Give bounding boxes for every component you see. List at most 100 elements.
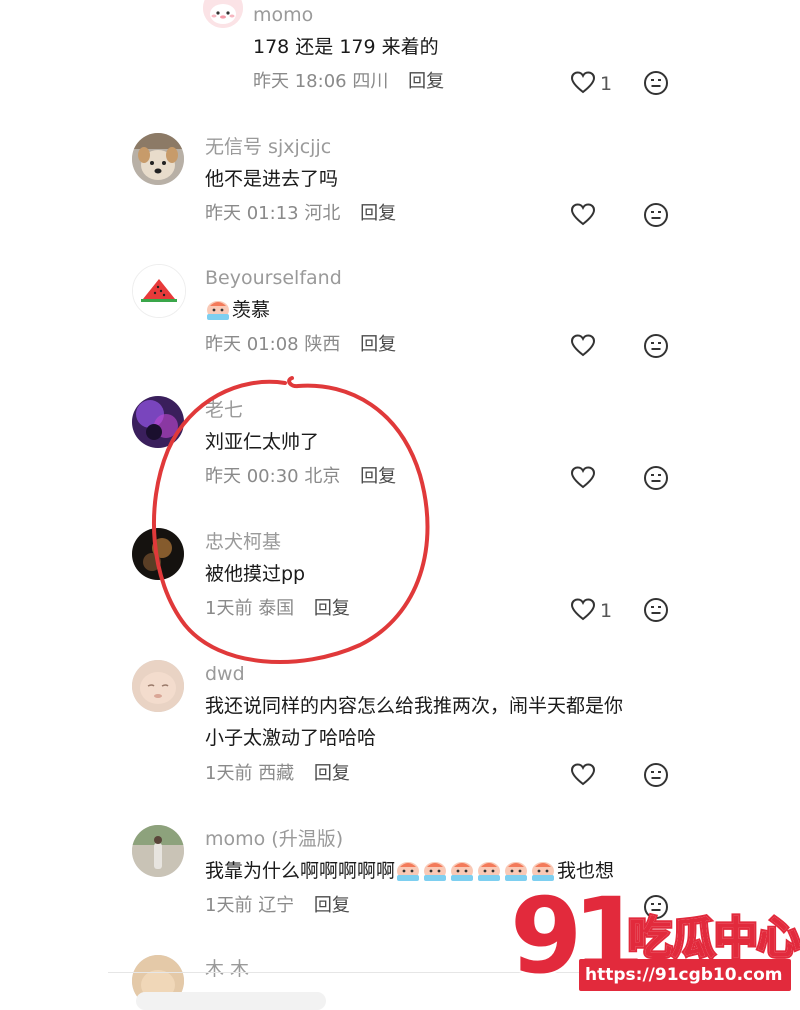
comment-line: 他不是进去了吗 — [205, 168, 339, 190]
comment-text: 刘亚仁太帅了 — [205, 426, 319, 458]
reply-button[interactable]: 回复 — [360, 466, 396, 487]
heart-icon — [570, 71, 596, 94]
comment-line: 小子太激动了哈哈哈 — [205, 727, 377, 749]
reply-button[interactable]: 回复 — [360, 334, 396, 355]
comment-meta: 昨天 18:06 四川 回复 — [253, 73, 444, 91]
like-count: 1 — [600, 73, 613, 95]
reply-button[interactable]: 回复 — [314, 895, 350, 916]
person-photo-avatar-icon — [132, 825, 184, 877]
neutral-face-icon — [644, 71, 668, 95]
like-count: 1 — [600, 600, 613, 622]
user-avatar[interactable] — [132, 528, 184, 580]
comment-line: 刘亚仁太帅了 — [205, 431, 320, 453]
comment-meta: 1天前 辽宁 回复 — [205, 897, 350, 915]
comment-time: 昨天 18:06 — [253, 71, 347, 92]
comment-meta: 昨天 01:08 陕西 回复 — [205, 336, 396, 354]
comment-line: 178 还是 179 来着的 — [253, 36, 439, 58]
watermark-text: 吃瓜中心 — [628, 913, 800, 964]
comment-location: 西藏 — [258, 763, 295, 784]
react-button[interactable] — [643, 202, 669, 228]
comment-location: 北京 — [304, 466, 341, 487]
username[interactable]: 老七 — [205, 401, 243, 420]
react-button[interactable] — [643, 465, 669, 491]
comment-time: 昨天 00:30 — [205, 466, 299, 487]
crying-face-emoji-icon — [451, 862, 474, 881]
neutral-face-icon — [644, 334, 668, 358]
react-button[interactable] — [643, 70, 669, 96]
baby-photo-avatar-icon — [132, 660, 184, 712]
neutral-face-icon — [644, 763, 668, 787]
comment-location: 四川 — [352, 71, 389, 92]
comment-text: 羡慕 — [205, 294, 270, 326]
comment-text: 我还说同样的内容怎么给我推两次，闹半天都是你 小子太激动了哈哈哈 — [205, 690, 623, 754]
user-avatar[interactable] — [132, 133, 184, 185]
like-button[interactable] — [570, 762, 640, 792]
comment-time: 昨天 01:13 — [205, 203, 299, 224]
comment-text: 178 还是 179 来着的 — [253, 31, 439, 63]
comment-line: 羡慕 — [205, 294, 270, 326]
react-button[interactable] — [643, 333, 669, 359]
like-button[interactable] — [570, 333, 640, 363]
crying-face-emoji-icon — [478, 862, 501, 881]
neutral-face-icon — [644, 466, 668, 490]
comment-time: 1天前 — [205, 598, 253, 619]
comment-meta: 1天前 西藏 回复 — [205, 765, 350, 783]
username[interactable]: momo (升温版) — [205, 830, 343, 849]
watermark-url: https://91cgb10.com — [579, 959, 791, 991]
like-button[interactable]: 1 — [570, 597, 640, 627]
comment-location: 泰国 — [258, 598, 295, 619]
comment-time: 昨天 01:08 — [205, 334, 299, 355]
username[interactable]: 忠犬柯基 — [205, 533, 281, 552]
user-avatar[interactable] — [132, 660, 184, 712]
reply-button[interactable]: 回复 — [408, 71, 444, 92]
comment-input[interactable] — [136, 992, 326, 1010]
user-avatar[interactable] — [132, 396, 184, 448]
comment-line: 我还说同样的内容怎么给我推两次，闹半天都是你 — [205, 695, 624, 717]
crying-face-emoji-icon — [397, 862, 420, 881]
reply-button[interactable]: 回复 — [360, 203, 396, 224]
pink-cartoon-avatar-icon — [203, 0, 243, 28]
comment-line: 被他摸过pp — [205, 563, 306, 585]
heart-icon — [570, 598, 596, 621]
heart-icon — [570, 763, 596, 786]
dog-photo-avatar-icon — [132, 133, 184, 185]
like-button[interactable] — [570, 465, 640, 495]
heart-icon — [570, 334, 596, 357]
neutral-face-icon — [644, 598, 668, 622]
comment-location: 辽宁 — [258, 895, 295, 916]
user-avatar[interactable] — [132, 264, 186, 318]
reply-button[interactable]: 回复 — [314, 598, 350, 619]
username[interactable]: Beyourselfand — [205, 269, 342, 288]
comment-location: 河北 — [304, 203, 341, 224]
neutral-face-icon — [644, 203, 668, 227]
comment-text: 被他摸过pp — [205, 558, 305, 590]
reply-button[interactable]: 回复 — [314, 763, 350, 784]
username[interactable]: dwd — [205, 665, 245, 684]
watermelon-avatar-icon — [133, 265, 185, 317]
heart-icon — [570, 466, 596, 489]
comment-location: 陕西 — [304, 334, 341, 355]
react-button[interactable] — [643, 597, 669, 623]
like-button[interactable]: 1 — [570, 70, 640, 100]
crying-face-emoji-icon — [424, 862, 447, 881]
comment-meta: 昨天 01:13 河北 回复 — [205, 205, 396, 223]
username[interactable]: momo — [253, 6, 313, 25]
purple-photo-avatar-icon — [132, 396, 184, 448]
dark-photo-avatar-icon — [132, 528, 184, 580]
comment-time: 1天前 — [205, 763, 253, 784]
heart-icon — [570, 203, 596, 226]
comment-time: 1天前 — [205, 895, 253, 916]
comment-meta: 昨天 00:30 北京 回复 — [205, 468, 396, 486]
comment-line-text: 羡慕 — [232, 299, 271, 321]
crying-face-emoji-icon — [207, 301, 229, 320]
watermark-logo: 91 吃瓜中心 吃瓜中心 https://91cgb10.com — [508, 876, 800, 1000]
like-button[interactable] — [570, 202, 640, 232]
comment-meta: 1天前 泰国 回复 — [205, 600, 350, 618]
comment-text: 他不是进去了吗 — [205, 163, 338, 195]
react-button[interactable] — [643, 762, 669, 788]
annotation-circle — [152, 376, 430, 665]
username[interactable]: 无信号 sjxjcjjc — [205, 138, 331, 157]
comment-text-before: 我靠为什么啊啊啊啊啊 — [205, 860, 396, 882]
user-avatar[interactable] — [203, 0, 243, 28]
user-avatar[interactable] — [132, 825, 184, 877]
